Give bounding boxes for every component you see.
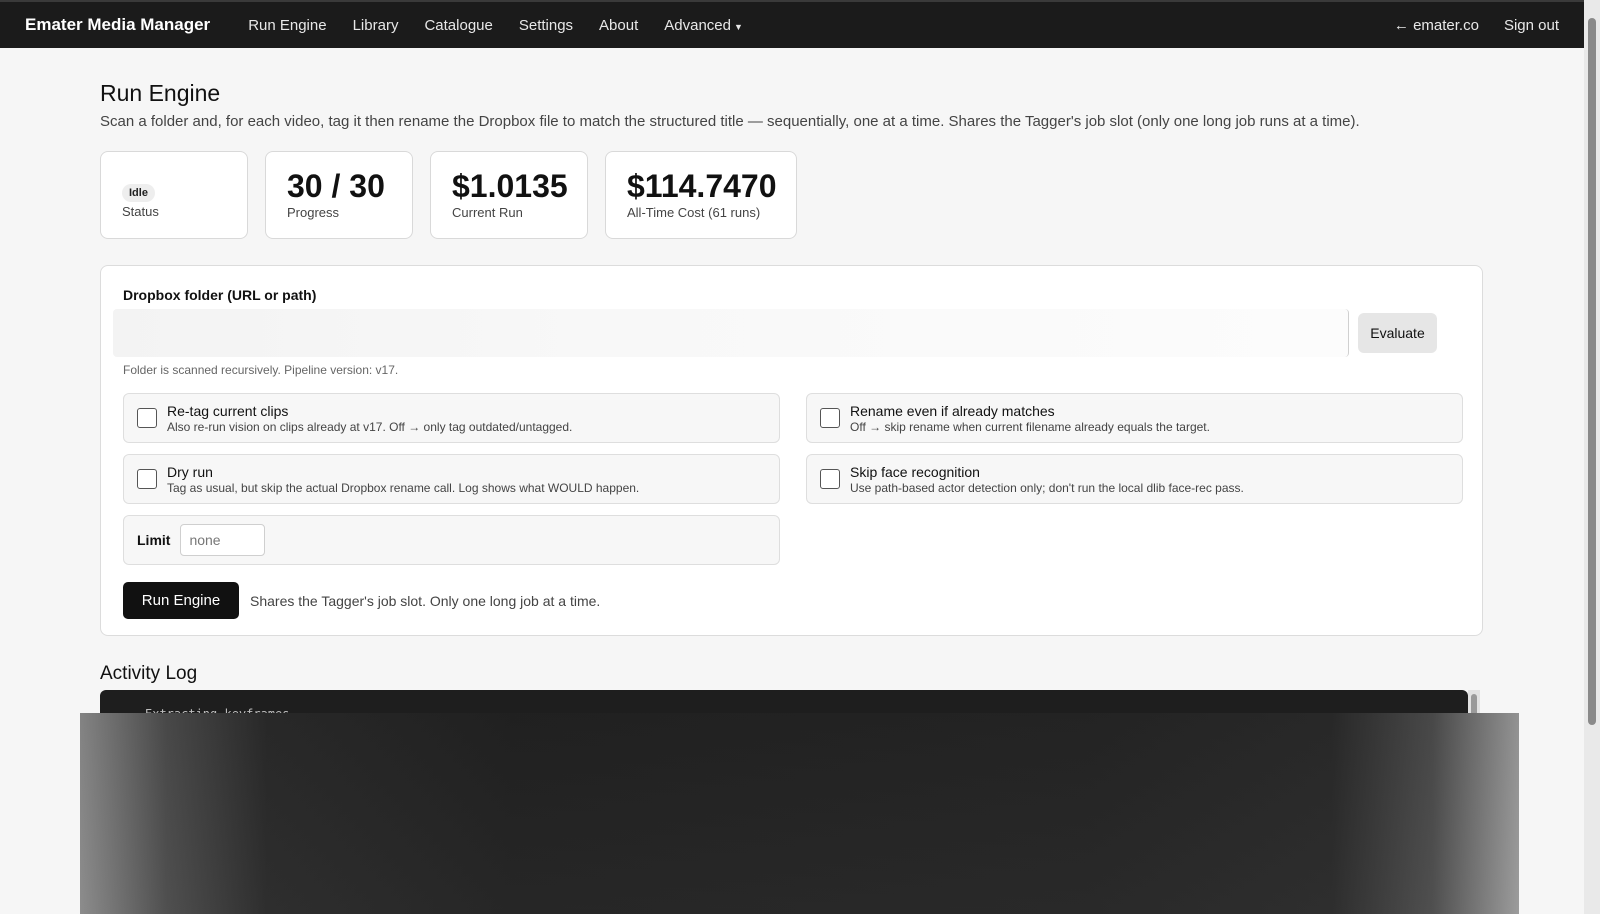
option-title: Rename even if already matches xyxy=(850,402,1055,419)
run-note: Shares the Tagger's job slot. Only one l… xyxy=(250,592,601,609)
page-title: Run Engine xyxy=(100,80,221,106)
retag-checkbox[interactable] xyxy=(137,408,157,428)
option-dry-run[interactable]: Dry run Tag as usual, but skip the actua… xyxy=(123,454,780,504)
rename-checkbox[interactable] xyxy=(820,408,840,428)
dry-run-checkbox[interactable] xyxy=(137,469,157,489)
dropbox-folder-input[interactable] xyxy=(113,309,1349,357)
stat-value: $114.7470 xyxy=(627,168,777,204)
run-row: Run Engine Shares the Tagger's job slot.… xyxy=(123,582,1461,619)
option-desc: Use path-based actor detection only; don… xyxy=(850,480,1244,495)
page-scrollbar[interactable] xyxy=(1584,0,1600,914)
caret-down-icon: ▼ xyxy=(733,21,743,32)
stat-card-current-run: $1.0135 Current Run xyxy=(430,151,588,239)
limit-row: Limit xyxy=(123,515,780,565)
sign-out-link[interactable]: Sign out xyxy=(1504,17,1559,34)
advanced-label: Advanced xyxy=(664,16,731,34)
limit-input[interactable] xyxy=(180,524,266,556)
stat-card-progress: 30 / 30 Progress xyxy=(265,151,413,239)
nav-link-catalogue[interactable]: Catalogue xyxy=(424,17,492,34)
nav-right: ← emater.co Sign out xyxy=(1377,17,1584,34)
option-desc: Also re-run vision on clips already at v… xyxy=(167,419,573,434)
option-desc: Off → skip rename when current filename … xyxy=(850,419,1210,434)
run-engine-button[interactable]: Run Engine xyxy=(123,582,239,619)
stat-card-status: Idle Status xyxy=(100,151,248,239)
nav-link-about[interactable]: About xyxy=(599,17,638,34)
top-nav: Emater Media Manager Run Engine Library … xyxy=(0,0,1584,48)
option-desc: Tag as usual, but skip the actual Dropbo… xyxy=(167,480,640,495)
option-rename-even-if-matches[interactable]: Rename even if already matches Off → ski… xyxy=(806,393,1463,443)
nav-dropdown-advanced[interactable]: Advanced ▼ xyxy=(664,17,743,34)
folder-label: Dropbox folder (URL or path) xyxy=(123,287,317,303)
skip-face-checkbox[interactable] xyxy=(820,469,840,489)
folder-hint: Folder is scanned recursively. Pipeline … xyxy=(123,363,399,377)
main-content: Run Engine Scan a folder and, for each v… xyxy=(100,80,1483,685)
run-form-panel: Dropbox folder (URL or path) Evaluate Fo… xyxy=(100,265,1483,636)
stat-label: Status xyxy=(122,204,159,219)
limit-label: Limit xyxy=(137,532,171,548)
stat-label: Current Run xyxy=(452,205,523,220)
nav-link-library[interactable]: Library xyxy=(353,17,399,34)
nav-link-settings[interactable]: Settings xyxy=(519,17,573,34)
stat-label: All-Time Cost (61 runs) xyxy=(627,205,761,220)
brand-logo[interactable]: Emater Media Manager xyxy=(25,15,210,35)
stat-label: Progress xyxy=(287,205,340,220)
option-skip-face-recognition[interactable]: Skip face recognition Use path-based act… xyxy=(806,454,1463,504)
stats-row: Idle Status 30 / 30 Progress $1.0135 Cur… xyxy=(100,151,1483,239)
nav-link-run-engine[interactable]: Run Engine xyxy=(248,17,326,34)
page-description: Scan a folder and, for each video, tag i… xyxy=(100,113,1360,130)
option-title: Re-tag current clips xyxy=(167,402,289,419)
evaluate-button[interactable]: Evaluate xyxy=(1358,313,1437,353)
options-grid: Re-tag current clips Also re-run vision … xyxy=(123,393,1463,565)
log-obscured-region xyxy=(80,713,1519,914)
stat-card-all-time-cost: $114.7470 All-Time Cost (61 runs) xyxy=(605,151,797,239)
nav-link-emater-site[interactable]: ← emater.co xyxy=(1394,17,1479,34)
page-scrollbar-thumb[interactable] xyxy=(1588,18,1596,725)
folder-row: Evaluate xyxy=(113,309,1461,357)
option-title: Skip face recognition xyxy=(850,463,980,480)
stat-value: $1.0135 xyxy=(452,168,568,204)
activity-log-title: Activity Log xyxy=(100,663,198,684)
option-retag-current[interactable]: Re-tag current clips Also re-run vision … xyxy=(123,393,780,443)
stat-value: 30 / 30 xyxy=(287,168,385,204)
status-badge: Idle xyxy=(122,184,155,202)
option-title: Dry run xyxy=(167,463,213,480)
